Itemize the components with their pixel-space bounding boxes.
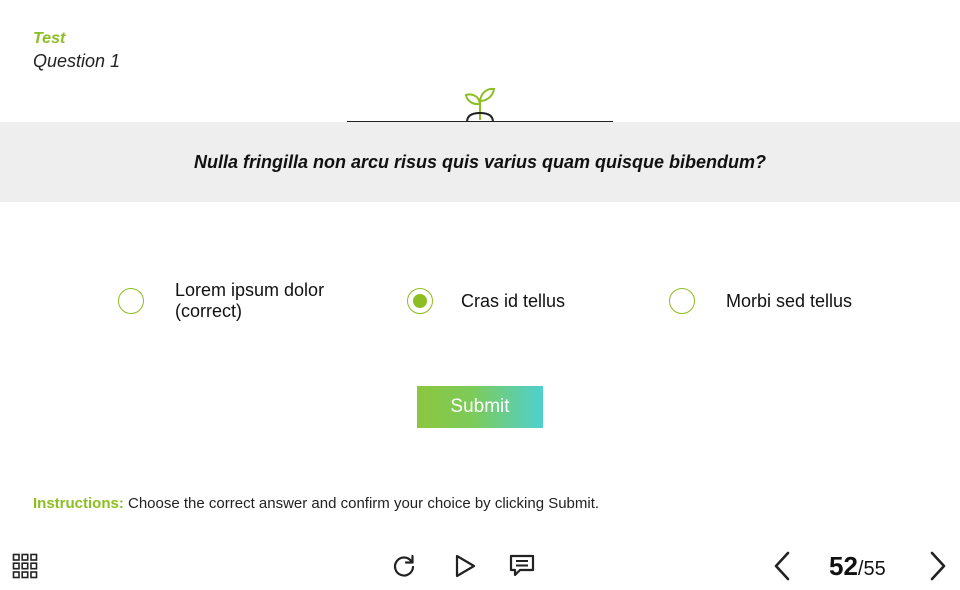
answer-option-label: Lorem ipsum dolor (correct) [175, 280, 325, 321]
radio-button-1[interactable] [118, 288, 144, 314]
page-current: 52 [829, 551, 858, 581]
answer-option-2[interactable]: Cras id tellus [407, 288, 565, 314]
play-icon[interactable] [452, 553, 478, 579]
question-number: Question 1 [33, 51, 121, 71]
comment-icon[interactable] [508, 553, 536, 579]
menu-grid-icon[interactable] [12, 553, 38, 579]
page-total: /55 [857, 558, 886, 580]
sprout-icon [464, 87, 496, 122]
answer-option-label: Cras id tellus [461, 290, 566, 311]
replay-icon[interactable] [391, 553, 417, 579]
submit-button[interactable]: Submit [417, 386, 543, 428]
slide-header: Test Question 1 [33, 30, 120, 73]
radio-button-3[interactable] [669, 288, 695, 314]
answer-option-3[interactable]: Morbi sed tellus [669, 288, 852, 314]
instructions-label: Instructions: [33, 495, 124, 512]
radio-button-2[interactable] [407, 288, 433, 314]
answer-option-1[interactable]: Lorem ipsum dolor (correct) [118, 280, 355, 322]
prev-arrow-icon[interactable] [771, 550, 795, 582]
page-counter: 52/55 [829, 551, 886, 586]
question-band: Nulla fringilla non arcu risus quis vari… [0, 122, 960, 202]
instructions-text: Choose the correct answer and confirm yo… [123, 495, 600, 512]
next-arrow-icon[interactable] [925, 550, 949, 582]
instructions: Instructions: Choose the correct answer … [33, 495, 599, 512]
answer-option-label: Morbi sed tellus [726, 290, 853, 311]
section-label: Test [33, 30, 66, 47]
question-text: Nulla fringilla non arcu risus quis vari… [193, 151, 767, 172]
